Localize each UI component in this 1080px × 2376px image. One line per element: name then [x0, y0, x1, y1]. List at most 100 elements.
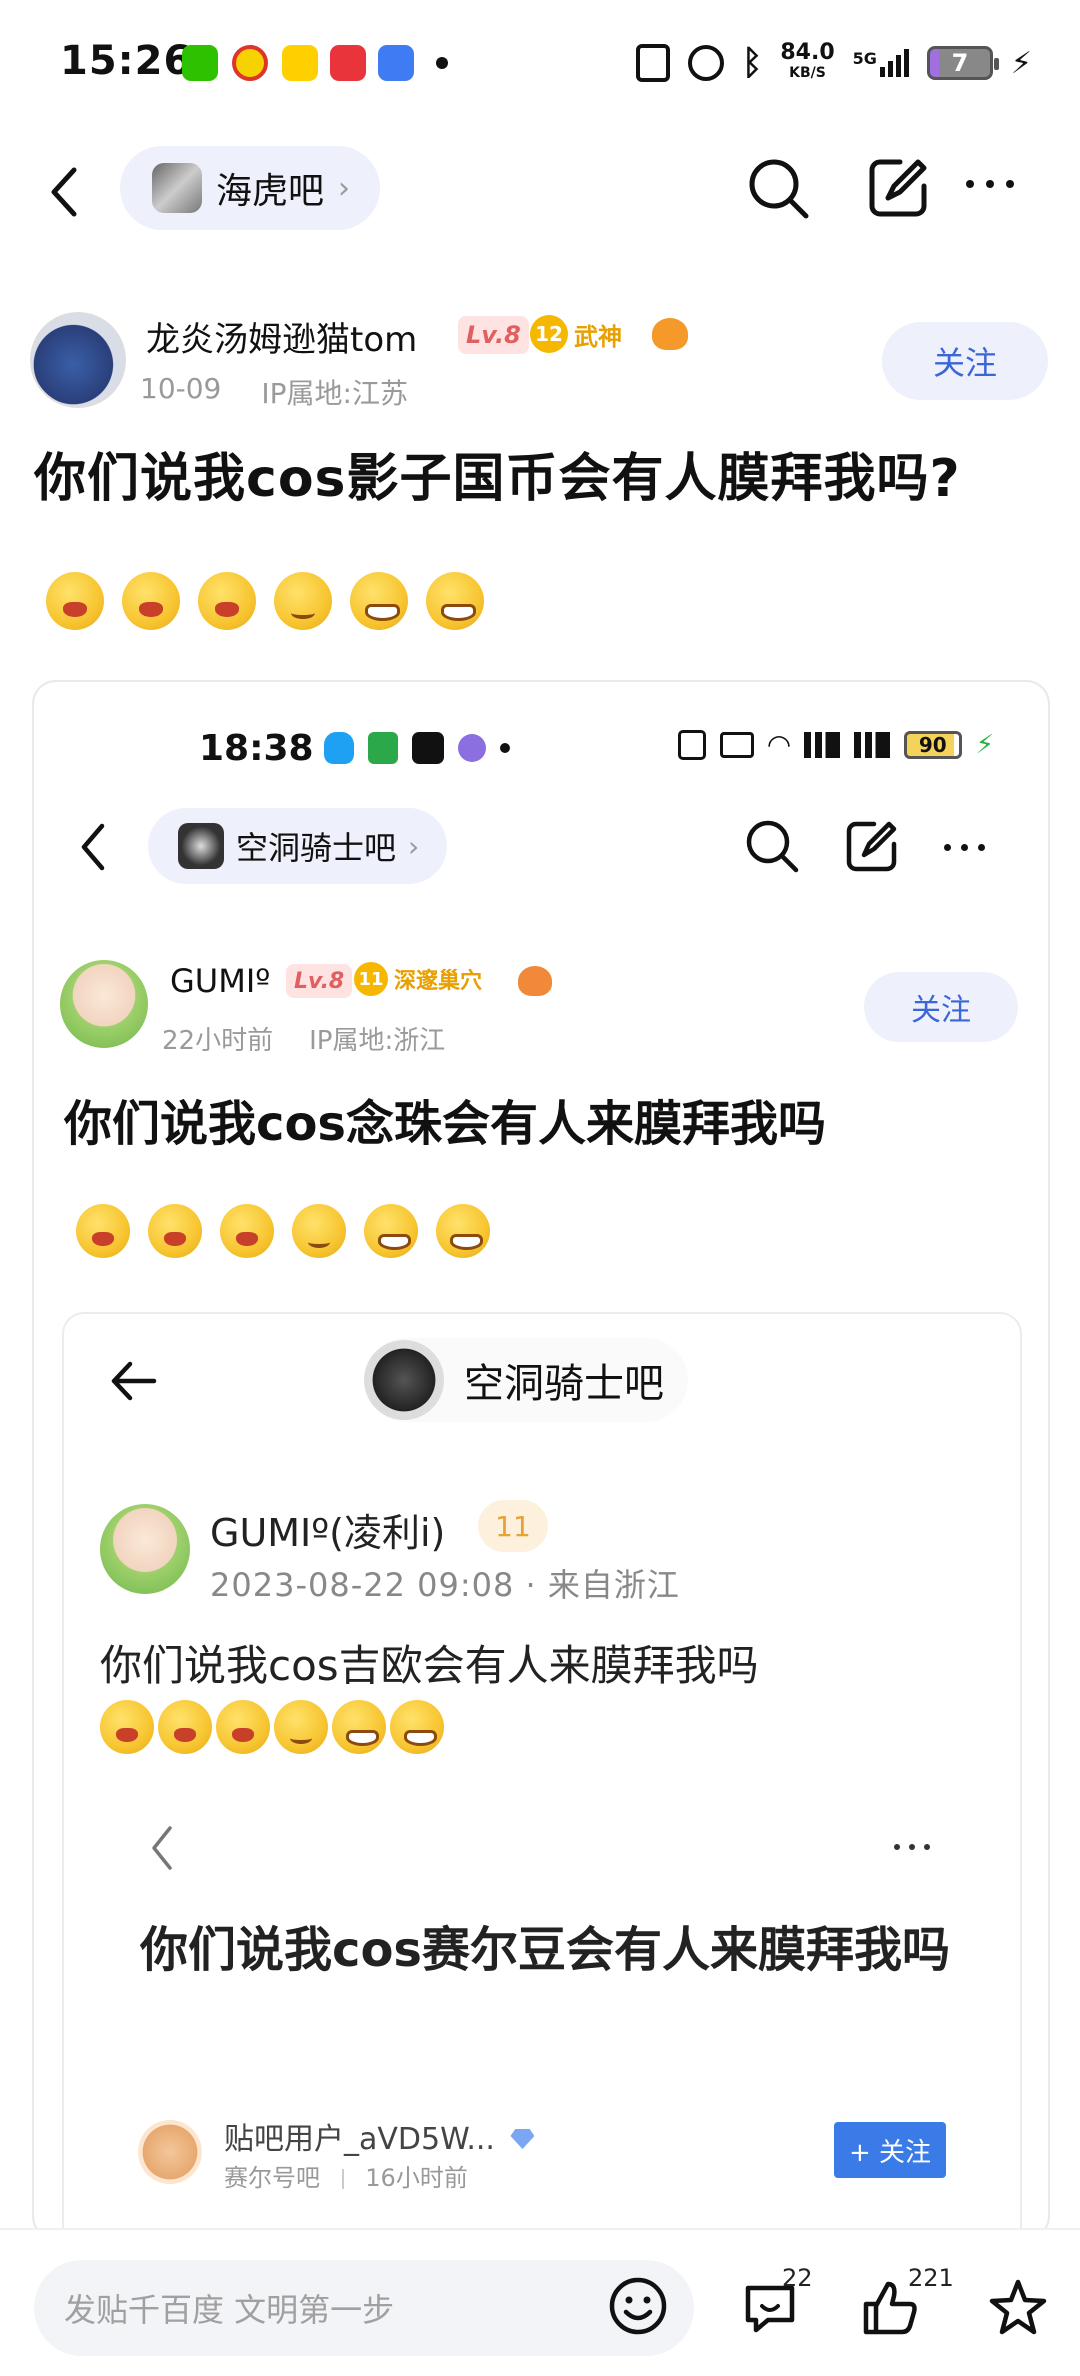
author-avatar: [138, 2120, 202, 2184]
level-badge: Lv.8: [286, 964, 353, 998]
forum-pill[interactable]: 海虎吧 ›: [120, 146, 381, 230]
status-time: 15:26: [60, 38, 193, 84]
author-name: GUMIº: [170, 962, 271, 1000]
post-meta: 22小时前 IP属地:浙江: [162, 1020, 445, 1057]
angry-face-icon: [76, 1204, 130, 1258]
honor-level: 11: [354, 962, 388, 996]
follow-button[interactable]: 关注: [882, 322, 1048, 400]
follow-button: + 关注: [834, 2122, 946, 2178]
reply-placeholder: 发贴千百度 文明第一步: [64, 2291, 395, 2329]
follow-button: 关注: [864, 972, 1018, 1042]
charging-icon: ⚡: [1010, 45, 1032, 81]
forum-name: 海虎吧: [216, 171, 325, 212]
net-speed-unit: KB/S: [789, 65, 826, 81]
honor-level: 12: [530, 315, 568, 353]
hd-icon: [720, 731, 755, 758]
verified-icon: [510, 2129, 535, 2149]
post-meta: 赛尔号吧 16小时前: [224, 2158, 468, 2193]
chevron-right-icon: ›: [338, 170, 351, 206]
battery-icon: 7: [926, 46, 999, 80]
author-name-text: 贴吧用户_aVD5W...: [224, 2122, 495, 2157]
grin-face-icon: [332, 1700, 386, 1754]
bluetooth-icon: ᛒ: [741, 43, 763, 83]
nested-screenshot: 空洞骑士吧 GUMIº(凌利i) 11 2023-08-22 09:08 · 来…: [62, 1312, 1022, 2238]
post-title: 你们说我cos影子国币会有人膜拜我吗?: [34, 449, 961, 509]
qq-icon: [324, 732, 354, 764]
weibo-icon: [232, 45, 268, 81]
back-arrow-icon: [111, 1361, 157, 1401]
wifi-icon: ◠: [768, 728, 790, 761]
signal-icon: 5G: [853, 49, 909, 77]
app-icon: [458, 734, 486, 762]
wechat-icon: [182, 45, 218, 81]
dot-icon: [500, 743, 510, 753]
more-icon[interactable]: [966, 180, 1014, 188]
grin-face-icon: [436, 1204, 490, 1258]
forum-name: 空洞骑士吧: [464, 1361, 664, 1407]
more-icon: [944, 844, 985, 851]
status-bar: 15:26 ᛒ 84.0 KB/S 5G 7 ⚡: [0, 0, 1080, 130]
forum-pill: 空洞骑士吧 ›: [148, 808, 448, 884]
honor-badge: 12 武神: [530, 314, 622, 354]
search-icon[interactable]: [744, 154, 812, 222]
battery-icon: 90: [903, 730, 962, 759]
shield-icon: [368, 732, 398, 764]
signal-icon: [803, 731, 840, 758]
grin-face-icon: [350, 572, 408, 630]
author-avatar[interactable]: [30, 312, 126, 408]
honor-badge: 11 深邃巢穴: [354, 962, 482, 996]
emoji-icon[interactable]: [606, 2274, 670, 2338]
star-icon[interactable]: [986, 2276, 1050, 2340]
angry-face-icon: [100, 1700, 154, 1754]
battery-level: 7: [951, 49, 969, 77]
post-title: 你们说我cos赛尔豆会有人来膜拜我吗: [140, 1922, 951, 1978]
battery-level: 90: [918, 732, 947, 757]
back-icon[interactable]: [44, 162, 84, 222]
post-meta: 10-09 IP属地:江苏: [140, 372, 408, 412]
charging-icon: ⚡: [975, 729, 994, 760]
author-name[interactable]: 龙炎汤姆逊猫tom: [146, 312, 417, 361]
grin-face-icon: [364, 1204, 418, 1258]
angry-face-icon: [158, 1700, 212, 1754]
reply-input[interactable]: 发贴千百度 文明第一步: [34, 2260, 694, 2356]
embedded-screenshot[interactable]: 18:38 ◠ 90 ⚡ 空洞骑士吧 › GUMIº Lv.8 11 深邃巢穴 …: [32, 680, 1050, 2240]
forum-avatar: [178, 823, 224, 869]
chevron-right-icon: ›: [408, 829, 420, 863]
smile-face-icon: [274, 572, 332, 630]
embedded-status-time: 18:38: [199, 728, 314, 769]
grin-face-icon: [426, 572, 484, 630]
taobao-icon: [330, 45, 366, 81]
post-time: 22小时前: [162, 1026, 274, 1056]
nfc-icon: [635, 44, 670, 82]
share-icon: [846, 821, 897, 872]
nfc-icon: [678, 729, 707, 760]
angry-face-icon: [148, 1204, 202, 1258]
post-meta: 2023-08-22 09:08 · 来自浙江: [210, 1566, 680, 1604]
ip-location: IP属地:浙江: [309, 1026, 446, 1056]
forum-header: 空洞骑士吧: [364, 1338, 688, 1422]
forum-name: 赛尔号吧: [224, 2164, 320, 2192]
comment-count: 22: [782, 2264, 813, 2292]
author-name: GUMIº(凌利i): [210, 1511, 446, 1555]
author-avatar: [100, 1504, 190, 1594]
signal-icon-2: [853, 731, 890, 758]
emoji-row: [100, 1700, 444, 1754]
post-text: 你们说我cos吉欧会有人来膜拜我吗: [100, 1641, 759, 1690]
meituan-icon: [282, 45, 318, 81]
angry-face-icon: [220, 1204, 274, 1258]
smile-face-icon: [274, 1700, 328, 1754]
embedded-app-icons: [324, 732, 510, 764]
forum-avatar: [364, 1340, 444, 1420]
post-date: 10-09: [140, 372, 222, 405]
share-icon[interactable]: [866, 156, 930, 220]
ip-location: IP属地:江苏: [261, 377, 408, 410]
like-count: 221: [908, 2264, 954, 2292]
post-time: 16小时前: [365, 2164, 468, 2192]
angry-face-icon: [122, 572, 180, 630]
back-icon: [81, 823, 105, 871]
search-icon: [746, 820, 799, 873]
level-badge: Lv.8: [458, 316, 529, 354]
back-icon: [152, 1826, 172, 1870]
emoji-row: [46, 572, 484, 630]
net-speed: 84.0: [780, 40, 835, 65]
